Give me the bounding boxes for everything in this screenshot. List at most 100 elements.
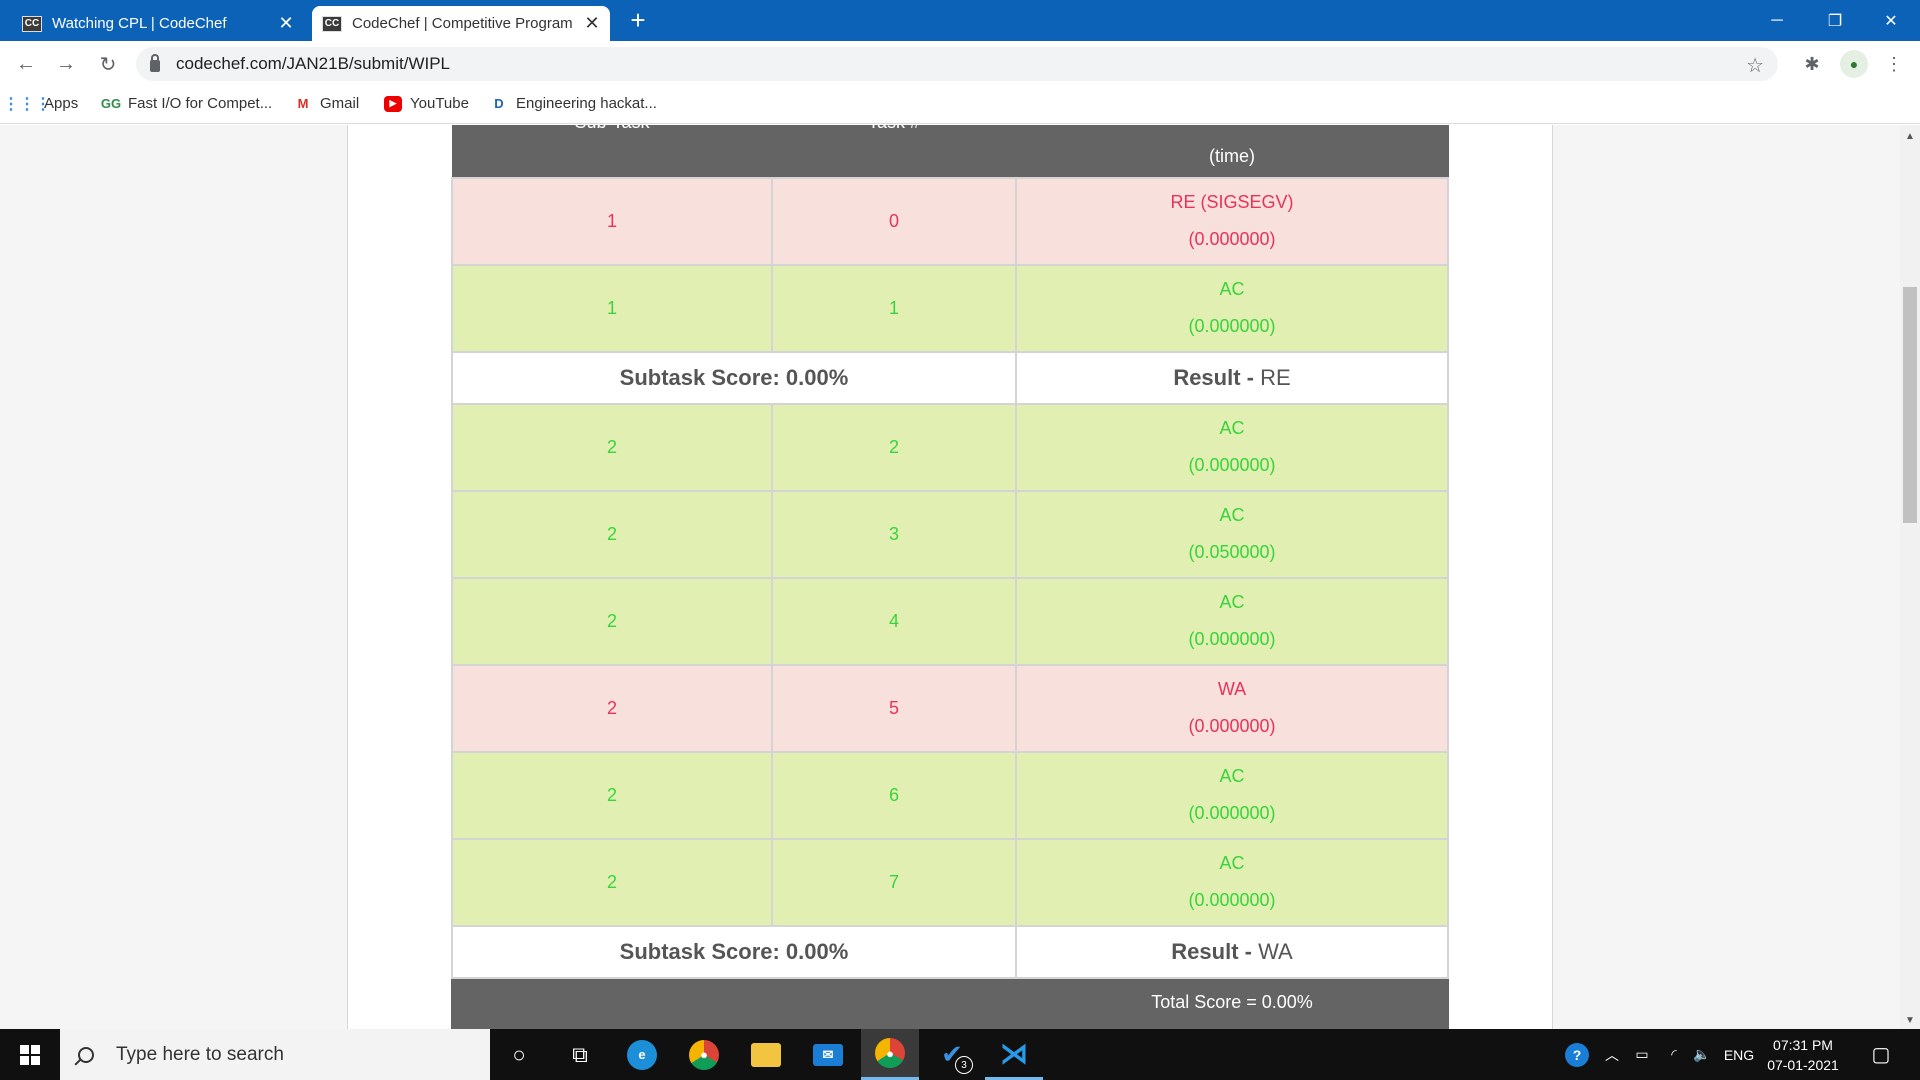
subtask-cell: 2 [451, 402, 773, 492]
page-scrollbar[interactable]: ▲ ▼ [1900, 125, 1920, 1029]
bookmark-apps[interactable]: ⋮⋮⋮ Apps [3, 95, 78, 113]
show-hidden-icons-icon[interactable]: ︿ [1600, 1029, 1624, 1080]
total-score-row: Total Score = 0.00% [451, 976, 1449, 1029]
result-cell: AC (0.000000) [1015, 837, 1449, 927]
close-tab-icon[interactable]: ✕ [278, 13, 294, 34]
bookmark-engineering-hackathon[interactable]: D Engineering hackat... [490, 95, 657, 112]
gmail-icon: M [297, 96, 309, 111]
verdict-text: AC [1219, 766, 1245, 786]
profile-avatar[interactable]: ● [1840, 50, 1868, 78]
apps-grid-icon: ⋮⋮⋮ [3, 95, 51, 113]
youtube-icon: ▶ [384, 95, 402, 112]
notification-badge: 3 [955, 1056, 973, 1074]
table-row: 1 0 RE (SIGSEGV) (0.000000) [451, 176, 1449, 266]
action-center-icon[interactable]: ▢ [1862, 1029, 1900, 1080]
address-bar[interactable]: codechef.com/JAN21B/submit/WIPL ☆ [136, 47, 1778, 81]
url-text[interactable]: codechef.com/JAN21B/submit/WIPL [176, 54, 450, 74]
edge-app[interactable]: e [613, 1029, 671, 1080]
result-cell: WA (0.000000) [1015, 663, 1449, 753]
result-label: Result - [1171, 938, 1252, 964]
tab-title: Watching CPL | CodeChef [52, 15, 227, 32]
task-cell: 0 [771, 176, 1017, 266]
folder-icon [751, 1042, 781, 1067]
subtask-cell: 1 [451, 176, 773, 266]
subtask-score: Subtask Score: 0.00% [619, 938, 849, 964]
subtask-score-cell: Subtask Score: 0.00% [451, 924, 1017, 979]
close-tab-icon[interactable]: ✕ [584, 13, 600, 34]
task-cell: 6 [771, 750, 1017, 840]
bookmark-fast-io[interactable]: GG Fast I/O for Compet... [100, 95, 272, 112]
cortana-icon[interactable]: ○ [490, 1029, 548, 1080]
battery-icon[interactable]: ▭ [1628, 1029, 1656, 1080]
todo-app[interactable]: ✔ 3 [923, 1029, 981, 1080]
mail-app[interactable]: ✉ [799, 1029, 857, 1080]
scrollbar-thumb[interactable] [1903, 287, 1917, 523]
language-indicator[interactable]: ENG [1720, 1029, 1758, 1080]
subtask-cell: 1 [451, 263, 773, 353]
task-cell: 3 [771, 489, 1017, 579]
result-label: Result - [1173, 364, 1254, 390]
taskbar-search-box[interactable]: Type here to search [60, 1029, 490, 1080]
verdict-text: AC [1219, 592, 1245, 612]
restore-icon[interactable]: ❐ [1806, 0, 1864, 41]
bookmark-star-icon[interactable]: ☆ [1746, 53, 1764, 78]
chrome-app[interactable]: ● [861, 1029, 919, 1080]
result-value: WA [1258, 938, 1293, 964]
system-clock[interactable]: 07:31 PM 07-01-2021 [1760, 1035, 1846, 1075]
codechef-favicon: CC [322, 15, 342, 32]
header-subtask: Sub-Task [451, 125, 773, 178]
edge-icon: e [627, 1039, 657, 1070]
chrome-icon: ● [875, 1038, 905, 1068]
bookmark-gmail[interactable]: M Gmail [294, 95, 360, 112]
subtask-score: Subtask Score: 0.00% [619, 364, 849, 390]
time-text: (0.000000) [1188, 629, 1276, 649]
result-cell: AC (0.050000) [1015, 489, 1449, 579]
geeksforgeeks-icon: GG [100, 96, 122, 111]
scroll-down-arrow-icon[interactable]: ▼ [1900, 1011, 1920, 1029]
task-cell: 7 [771, 837, 1017, 927]
time-text: (0.000000) [1188, 229, 1276, 249]
time-text: (0.000000) [1188, 316, 1276, 336]
verdict-text: AC [1219, 279, 1245, 299]
tab-watching-cpl[interactable]: CC Watching CPL | CodeChef ✕ [12, 6, 304, 41]
back-icon[interactable]: ← [12, 50, 40, 78]
task-cell: 2 [771, 402, 1017, 492]
new-tab-button[interactable]: + [624, 5, 652, 35]
bookmarks-bar: ⋮⋮⋮ Apps GG Fast I/O for Compet... M Gma… [0, 87, 1920, 124]
menu-kebab-icon[interactable]: ⋮ [1880, 50, 1908, 78]
bookmark-youtube[interactable]: ▶ YouTube [384, 95, 469, 112]
wifi-icon[interactable]: ◜ [1660, 1029, 1688, 1080]
close-window-icon[interactable]: ✕ [1862, 0, 1920, 41]
windows-logo-icon [20, 1044, 40, 1065]
chrome-profile-app[interactable]: ● [675, 1029, 733, 1080]
reload-icon[interactable]: ↻ [94, 50, 122, 78]
scroll-up-arrow-icon[interactable]: ▲ [1900, 127, 1920, 145]
vscode-app[interactable]: ⋊ [985, 1029, 1043, 1080]
subtask-cell: 2 [451, 576, 773, 666]
result-value: RE [1260, 364, 1291, 390]
time-text: (0.050000) [1188, 542, 1276, 562]
file-explorer-app[interactable] [737, 1029, 795, 1080]
time-text: (0.000000) [1188, 455, 1276, 475]
table-row: 1 1 AC (0.000000) [451, 263, 1449, 353]
subtask-cell: 2 [451, 750, 773, 840]
extensions-icon[interactable]: ✱ [1798, 50, 1826, 78]
verdict-text: AC [1219, 505, 1245, 525]
tab-codechef-submit[interactable]: CC CodeChef | Competitive Program ✕ [312, 6, 610, 41]
time-text: (0.000000) [1188, 716, 1276, 736]
subtask-summary-row: Subtask Score: 0.00% Result - RE [451, 350, 1449, 405]
task-view-icon[interactable]: ⧉ [551, 1029, 609, 1080]
table-row: 2 5 WA (0.000000) [451, 663, 1449, 753]
time-text: (0.000000) [1188, 803, 1276, 823]
forward-icon[interactable]: → [52, 50, 80, 78]
browser-toolbar: ← → ↻ codechef.com/JAN21B/submit/WIPL ☆ … [0, 41, 1920, 87]
start-button[interactable] [0, 1029, 60, 1080]
minimize-icon[interactable]: ─ [1748, 0, 1806, 41]
verdict-text: AC [1219, 418, 1245, 438]
mail-icon: ✉ [813, 1043, 843, 1066]
vscode-icon: ⋊ [1000, 1037, 1028, 1069]
verdict-text: RE (SIGSEGV) [1170, 192, 1294, 212]
help-icon[interactable]: ? [1560, 1029, 1594, 1080]
table-header-row: Sub-Task Task # (time) [451, 125, 1449, 178]
volume-icon[interactable]: 🔈 [1688, 1029, 1716, 1080]
